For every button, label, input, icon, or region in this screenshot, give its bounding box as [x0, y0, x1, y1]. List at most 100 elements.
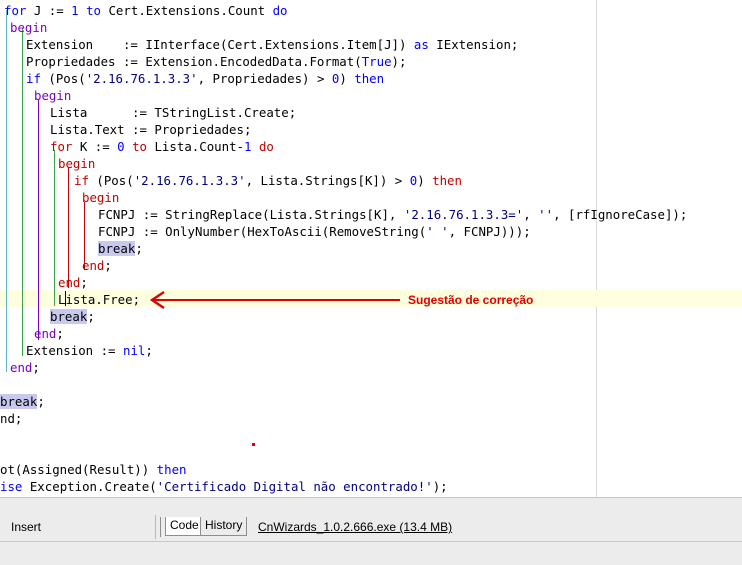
tab-separator	[160, 517, 161, 537]
code-token: ;	[32, 360, 40, 375]
code-token-kw-r: begin	[58, 156, 96, 171]
code-token-str: ' '	[426, 224, 449, 239]
code-token-brk: break	[50, 309, 88, 324]
code-token: ;	[104, 258, 112, 273]
code-token-num: 1	[71, 3, 79, 18]
code-token: FCNPJ := StringReplace(Lista.Strings[K],	[98, 207, 404, 222]
code-line[interactable]: FCNPJ := OnlyNumber(HexToAscii(RemoveStr…	[98, 223, 531, 240]
code-token: Extension :=	[26, 343, 123, 358]
code-token-kw: then	[156, 462, 187, 477]
code-line[interactable]: break;	[98, 240, 143, 257]
code-token: ;	[135, 241, 143, 256]
code-token-kw-r: for	[50, 139, 73, 154]
right-margin-line	[596, 0, 597, 497]
code-token: ,	[523, 207, 539, 222]
code-token: Exception.Create(	[22, 479, 157, 494]
code-line[interactable]: begin	[58, 155, 95, 172]
code-token-kw: as	[413, 37, 429, 52]
code-line[interactable]: Propriedades := Extension.EncodedData.Fo…	[26, 53, 406, 70]
code-token-brk: break	[0, 394, 38, 409]
code-token: Propriedades := Extension.EncodedData.Fo…	[26, 54, 362, 69]
code-token: Lista.Text := Propriedades;	[50, 122, 252, 137]
code-token-kw-r: to	[132, 139, 148, 154]
code-token: nd;	[0, 411, 23, 426]
code-token-kw: then	[354, 71, 385, 86]
code-token: Lista.Count-	[147, 139, 244, 154]
code-token: );	[391, 54, 407, 69]
code-token-kw-r: if	[74, 173, 89, 188]
code-token: ;	[87, 309, 95, 324]
code-token-kw-r: do	[258, 139, 274, 154]
code-token: )	[339, 71, 355, 86]
block-guide-line	[22, 28, 23, 356]
file-link[interactable]: CnWizards_1.0.2.666.exe (13.4 MB)	[258, 520, 452, 534]
code-editor[interactable]: for J := 1 to Cert.Extensions.Count do be…	[0, 0, 742, 497]
code-line[interactable]: end;	[34, 325, 64, 342]
code-token-brk: break	[98, 241, 136, 256]
block-guide-line	[68, 168, 69, 288]
code-token-num: 0	[117, 139, 125, 154]
code-token: J :=	[26, 3, 72, 18]
code-token-kw-b: end	[10, 360, 33, 375]
code-token-kw: True	[361, 54, 392, 69]
code-line[interactable]: begin	[10, 19, 47, 36]
code-token-kw-r: begin	[82, 190, 120, 205]
code-line[interactable]: end;	[82, 257, 112, 274]
block-guide-line	[54, 150, 55, 306]
text-caret	[65, 291, 66, 306]
code-line[interactable]: Lista := TStringList.Create;	[50, 104, 296, 121]
status-divider	[0, 541, 742, 542]
code-token: (Pos(	[88, 173, 134, 188]
code-token-str: ''	[538, 207, 554, 222]
code-token: K :=	[72, 139, 118, 154]
code-token: FCNPJ := OnlyNumber(HexToAscii(RemoveStr…	[98, 224, 427, 239]
code-line[interactable]: ot(Assigned(Result)) then	[0, 461, 187, 478]
code-token: ot(Assigned(Result))	[0, 462, 157, 477]
code-line[interactable]: Lista.Text := Propriedades;	[50, 121, 251, 138]
code-line[interactable]: Extension := nil;	[26, 342, 153, 359]
code-token: ;	[80, 275, 88, 290]
block-guide-line	[38, 100, 39, 340]
code-token-str: '2.16.76.1.3.3='	[403, 207, 524, 222]
breakpoint-marker	[252, 443, 255, 446]
code-token: )	[417, 173, 433, 188]
tab-history[interactable]: History	[201, 517, 247, 536]
code-token-kw-r: end	[58, 275, 81, 290]
code-token: ;	[37, 394, 45, 409]
code-token: Lista.Free;	[58, 292, 141, 307]
code-line[interactable]: break;	[50, 308, 95, 325]
insert-mode-indicator: Insert	[11, 520, 42, 534]
code-line[interactable]: begin	[82, 189, 119, 206]
code-line[interactable]: Extension := IInterface(Cert.Extensions.…	[26, 36, 518, 53]
code-token: , FCNPJ)));	[448, 224, 531, 239]
code-token-kw: for	[4, 3, 27, 18]
code-line[interactable]: if (Pos('2.16.76.1.3.3', Propriedades) >…	[26, 70, 384, 87]
code-token-kw-b: end	[34, 326, 57, 341]
code-line[interactable]: for J := 1 to Cert.Extensions.Count do	[4, 2, 288, 19]
code-token: IExtension;	[428, 37, 519, 52]
code-token: ;	[145, 343, 153, 358]
code-token: );	[432, 479, 448, 494]
code-line[interactable]: end;	[58, 274, 88, 291]
code-token: , Lista.Strings[K]) >	[245, 173, 410, 188]
tab-code[interactable]: Code	[165, 517, 201, 536]
code-token-str: '2.16.76.1.3.3'	[85, 71, 198, 86]
code-line[interactable]: ise Exception.Create('Certificado Digita…	[0, 478, 448, 495]
code-token-kw-r: then	[432, 173, 462, 188]
code-line[interactable]: Lista.Free;	[58, 291, 140, 308]
code-token-kw: nil	[122, 343, 146, 358]
code-token: ;	[56, 326, 64, 341]
code-line[interactable]: end;	[10, 359, 40, 376]
code-token-str: '2.16.76.1.3.3'	[133, 173, 246, 188]
code-line[interactable]: if (Pos('2.16.76.1.3.3', Lista.Strings[K…	[74, 172, 462, 189]
code-line[interactable]: nd;	[0, 410, 22, 427]
code-token: Extension := IInterface(Cert.Extensions.…	[26, 37, 414, 52]
code-line[interactable]: for K := 0 to Lista.Count-1 do	[50, 138, 274, 155]
code-line[interactable]: begin	[34, 87, 71, 104]
code-line[interactable]: break;	[0, 393, 45, 410]
annotation-label: Sugestão de correção	[408, 293, 534, 307]
code-line[interactable]: FCNPJ := StringReplace(Lista.Strings[K],…	[98, 206, 687, 223]
code-token-kw-b: begin	[10, 20, 48, 35]
